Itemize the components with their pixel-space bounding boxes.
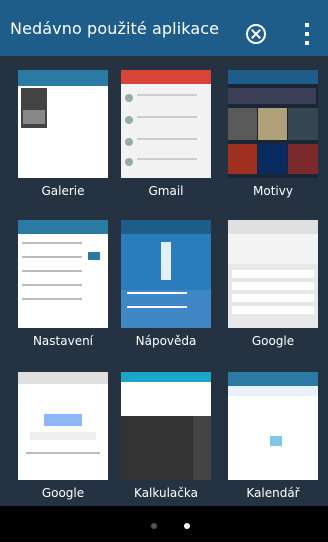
recent-apps-grid: Galerie Gmail Motivy Nastavení Nápověda … [0, 56, 328, 506]
page-dot-2-active[interactable] [184, 523, 190, 529]
recent-app-kalkulacka[interactable]: Kalkulačka [121, 372, 211, 522]
thumbnail-gmail [121, 70, 211, 178]
recent-app-google-1[interactable]: Google [228, 220, 318, 370]
label-galerie: Galerie [41, 184, 85, 198]
label-kalendar: Kalendář [246, 486, 300, 500]
page-dot-1[interactable] [151, 523, 157, 529]
label-kalkulacka: Kalkulačka [134, 486, 198, 500]
label-gmail: Gmail [148, 184, 184, 198]
page-indicator [0, 510, 328, 542]
close-all-icon[interactable] [246, 24, 266, 44]
recent-app-motivy[interactable]: Motivy [228, 70, 318, 220]
label-napoveda: Nápověda [135, 334, 197, 348]
recent-app-google-2[interactable]: Google [18, 372, 108, 522]
thumbnail-google-2 [18, 372, 108, 480]
recent-app-gmail[interactable]: Gmail [121, 70, 211, 220]
thumbnail-google-1 [228, 220, 318, 328]
label-google-1: Google [251, 334, 295, 348]
header-title: Nedávno použité aplikace [10, 19, 220, 38]
thumbnail-nastaveni [18, 220, 108, 328]
app-header: Nedávno použité aplikace [0, 0, 328, 56]
label-motivy: Motivy [253, 184, 293, 198]
label-nastaveni: Nastavení [32, 334, 94, 348]
more-options-icon[interactable] [305, 23, 309, 45]
recent-app-galerie[interactable]: Galerie [18, 70, 108, 220]
label-google-2: Google [41, 486, 85, 500]
thumbnail-kalkulacka [121, 372, 211, 480]
recent-app-napoveda[interactable]: Nápověda [121, 220, 211, 370]
recent-app-nastaveni[interactable]: Nastavení [18, 220, 108, 370]
thumbnail-napoveda [121, 220, 211, 328]
thumbnail-kalendar [228, 372, 318, 480]
thumbnail-motivy [228, 70, 318, 178]
thumbnail-galerie [18, 70, 108, 178]
recent-app-kalendar[interactable]: Kalendář [228, 372, 318, 522]
